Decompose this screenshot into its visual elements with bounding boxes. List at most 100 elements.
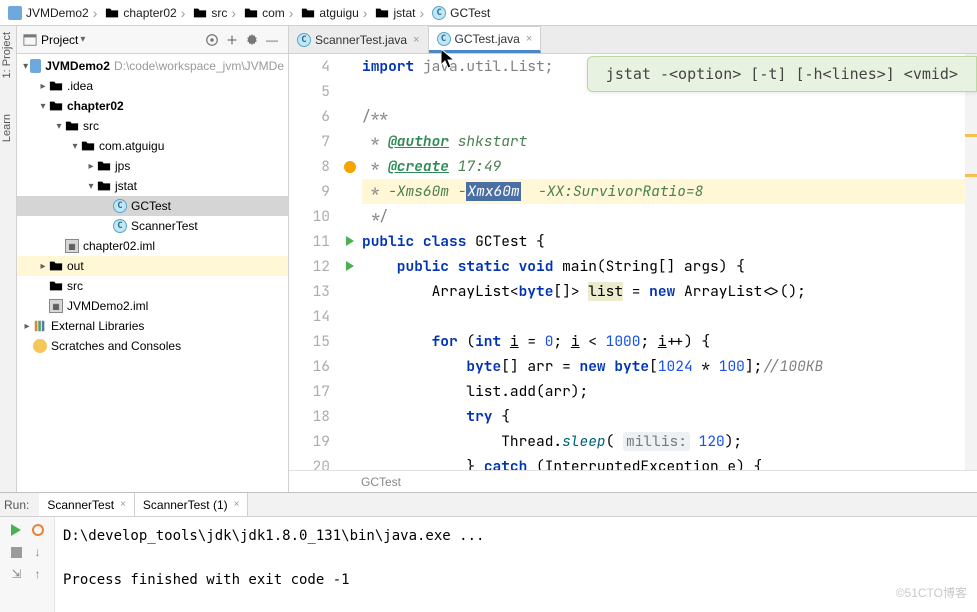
code [362, 357, 466, 376]
crumb-0[interactable]: JVMDemo2› [6, 5, 103, 21]
tab-gctest[interactable]: CGCTest.java× [429, 26, 542, 53]
quick-doc-balloon: jstat -<option> [-t] [-h<lines>] <vmid> [587, 56, 977, 92]
crumb-1[interactable]: chapter02› [103, 5, 191, 21]
crumb-1-label: chapter02 [123, 6, 176, 20]
run-console[interactable]: D:\develop_tools\jdk\jdk1.8.0_131\bin\ja… [55, 517, 977, 612]
scratch-icon [33, 339, 47, 353]
code: * [693, 357, 719, 376]
project-view-dropdown-icon[interactable]: ▾ [80, 34, 85, 45]
up-button[interactable]: ↑ [29, 565, 47, 583]
code: -XX:SurvivorRatio=8 [521, 182, 704, 201]
tree-label: jstat [115, 179, 137, 193]
line-number: 6 [289, 104, 330, 129]
left-toolwindow-strip[interactable]: 1: Project Learn [0, 26, 17, 492]
misc-button[interactable]: ⇲ [8, 565, 26, 583]
code: ( [606, 432, 623, 451]
line-number: 16 [289, 354, 330, 379]
code: sleep [562, 432, 606, 451]
code: ++) { [667, 332, 711, 351]
code: ArrayList<>(); [684, 282, 806, 301]
crumb-5[interactable]: jstat› [373, 5, 430, 21]
project-panel-header: Project ▾ — [17, 26, 288, 54]
run-main-icon[interactable] [346, 261, 354, 271]
line-number: 4 [289, 54, 330, 79]
close-icon[interactable]: × [120, 499, 126, 510]
code: [] arr = [501, 357, 579, 376]
module-icon [8, 6, 22, 20]
code: [ [649, 357, 658, 376]
scrollbar-marker[interactable] [965, 174, 977, 177]
run-tab-label: ScannerTest [47, 498, 114, 512]
tab-scannertest[interactable]: CScannerTest.java× [289, 26, 429, 53]
crumb-4[interactable]: atguigu› [299, 5, 373, 21]
chevron-down-icon[interactable]: ▾ [21, 61, 30, 72]
close-icon[interactable]: × [526, 33, 532, 45]
crumb-6[interactable]: CGCTest [430, 6, 492, 20]
code: list [588, 282, 623, 301]
chevron-right-icon[interactable]: ▸ [37, 261, 49, 272]
tree-item-chapter02[interactable]: ▾chapter02 [17, 96, 288, 116]
code: = [519, 332, 545, 351]
code-area[interactable]: import java.util.List; /** * @author shk… [362, 54, 977, 470]
select-opened-file-button[interactable] [202, 30, 222, 50]
rerun-button[interactable] [8, 521, 26, 539]
folder-icon [375, 6, 389, 20]
code: ArrayList< [362, 282, 519, 301]
intention-bulb-icon[interactable] [344, 161, 356, 173]
class-icon: C [437, 32, 451, 46]
run-tab-1[interactable]: ScannerTest (1)× [135, 493, 249, 516]
project-tree[interactable]: ▾JVMDemo2D:\code\workspace_jvm\JVMDe ▸.i… [17, 54, 288, 492]
scrollbar-marker[interactable] [965, 134, 977, 137]
chevron-right-icon[interactable]: ▸ [21, 321, 33, 332]
tree-label: out [67, 259, 84, 273]
editor-tabs: CScannerTest.java× CGCTest.java× [289, 26, 977, 54]
gutter[interactable]: 4 5 6 7 8 9 10 11 12 13 14 15 16 17 18 1… [289, 54, 344, 470]
console-line: Process finished with exit code -1 [63, 567, 969, 593]
code: shkstart [449, 132, 527, 151]
stub-learn[interactable]: Learn [1, 114, 13, 142]
project-title[interactable]: Project [41, 33, 78, 47]
editor-breadcrumb-item[interactable]: GCTest [361, 475, 401, 489]
run-settings-button[interactable] [29, 521, 47, 539]
settings-button[interactable] [242, 30, 262, 50]
run-tab-0[interactable]: ScannerTest × [39, 493, 135, 516]
close-icon[interactable]: × [234, 499, 240, 510]
folder-icon [244, 6, 258, 20]
code: catch [484, 457, 536, 470]
chevron-down-icon[interactable]: ▾ [85, 181, 97, 192]
folder-icon [81, 139, 95, 153]
crumb-2[interactable]: src› [191, 5, 242, 21]
crumb-6-label: GCTest [450, 6, 490, 20]
code-selection: Xmx60m [466, 182, 520, 201]
code: { [501, 407, 510, 426]
chevron-down-icon[interactable]: ▾ [69, 141, 81, 152]
folder-icon [97, 179, 111, 193]
code: -Xms60m - [388, 182, 466, 201]
editor-breadcrumbs[interactable]: GCTest [289, 470, 977, 492]
stub-project[interactable]: 1: Project [1, 32, 13, 78]
close-icon[interactable]: × [413, 34, 419, 46]
chevron-down-icon[interactable]: ▾ [53, 121, 65, 132]
chevron-right-icon[interactable]: ▸ [37, 81, 49, 92]
code: try [466, 407, 501, 426]
editor-scrollbar[interactable] [965, 54, 977, 470]
run-class-icon[interactable] [346, 236, 354, 246]
crumb-3[interactable]: com› [242, 5, 299, 21]
crumb-0-label: JVMDemo2 [26, 6, 89, 20]
code: Thread. [362, 432, 562, 451]
code: int [475, 332, 510, 351]
chevron-down-icon[interactable]: ▾ [37, 101, 49, 112]
code: * [362, 182, 388, 201]
tree-item-src2[interactable]: src [17, 276, 288, 296]
line-number: 5 [289, 79, 330, 104]
hide-button[interactable]: — [262, 30, 282, 50]
stop-button[interactable] [8, 543, 26, 561]
code: ); [725, 432, 742, 451]
expand-all-button[interactable] [222, 30, 242, 50]
tree-path: D:\code\workspace_jvm\JVMDe [114, 59, 284, 73]
code-editor[interactable]: 4 5 6 7 8 9 10 11 12 13 14 15 16 17 18 1… [289, 54, 977, 470]
folder-icon [49, 279, 63, 293]
chevron-right-icon[interactable]: ▸ [85, 161, 97, 172]
down-button[interactable]: ↓ [29, 543, 47, 561]
module-icon [30, 59, 41, 73]
